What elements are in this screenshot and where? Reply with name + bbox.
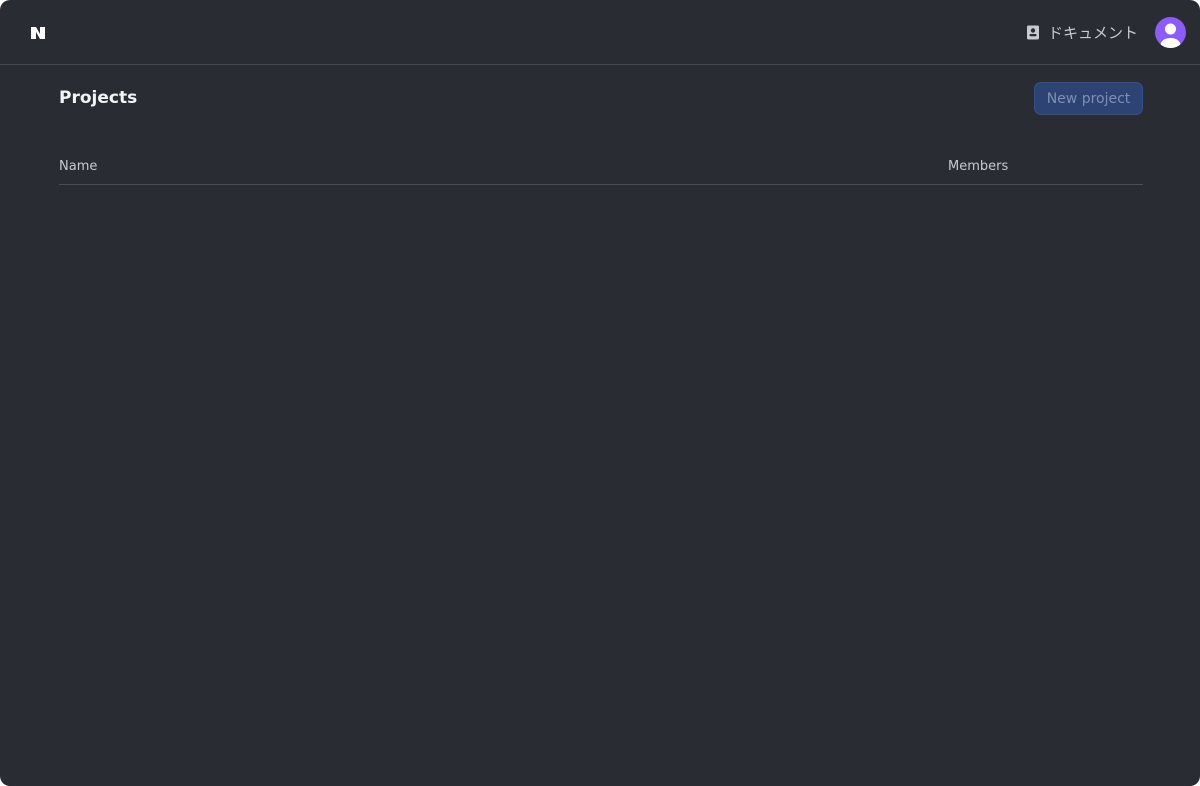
column-header-name[interactable]: Name [59,159,97,174]
page-header: Projects New project [59,66,1143,132]
docs-link[interactable]: ドキュメント [1026,20,1138,44]
book-icon [1026,25,1039,39]
app-logo-icon[interactable] [29,24,47,42]
app-window: ドキュメント Projects New project Name Members [0,0,1200,786]
main-content: Projects New project Name Members [59,66,1143,185]
docs-label: ドキュメント [1047,23,1138,42]
user-avatar-icon [1160,23,1181,48]
projects-table-header: Name Members [59,150,1143,185]
column-header-members[interactable]: Members [948,159,1008,174]
new-project-button[interactable]: New project [1034,82,1143,115]
top-bar: ドキュメント [0,0,1200,65]
page-title: Projects [59,88,138,108]
user-avatar[interactable] [1155,17,1186,48]
